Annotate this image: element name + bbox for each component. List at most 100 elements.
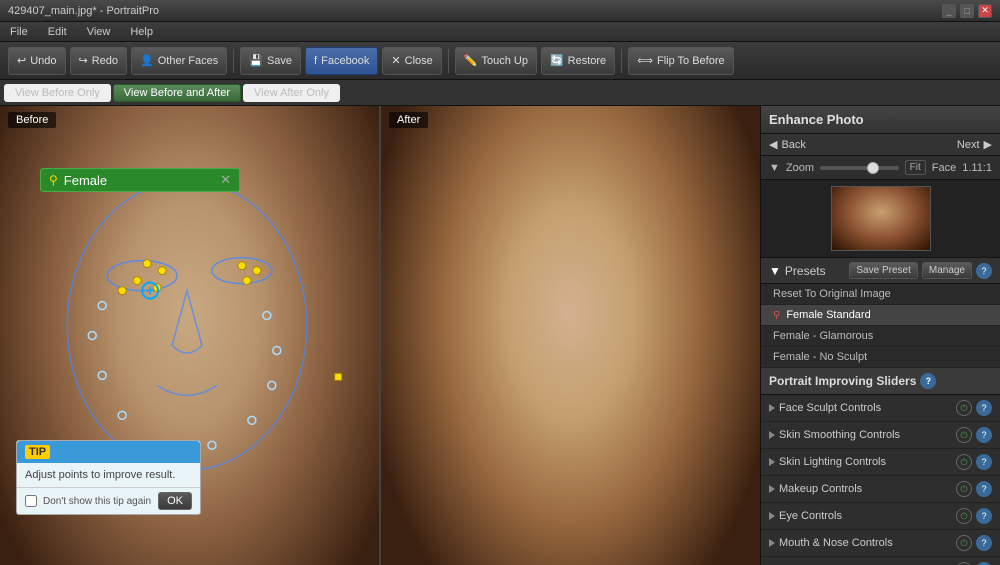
slider-skin-lighting[interactable]: Skin Lighting Controls ⏻ ?	[761, 449, 1000, 476]
slider-power-button[interactable]: ⏻	[956, 481, 972, 497]
slider-makeup[interactable]: Makeup Controls ⏻ ?	[761, 476, 1000, 503]
face-thumbnail	[831, 186, 931, 251]
slider-power-button[interactable]: ⏻	[956, 454, 972, 470]
tip-dont-show-label: Don't show this tip again	[43, 496, 152, 507]
other-faces-icon: 👤	[140, 54, 154, 67]
slider-mouth-nose[interactable]: Mouth & Nose Controls ⏻ ?	[761, 530, 1000, 557]
thumbnail-area	[761, 180, 1000, 258]
title-bar: 429407_main.jpg* - PortraitPro _ □ ✕	[0, 0, 1000, 22]
minimize-button[interactable]: _	[942, 4, 956, 18]
slider-arrow-icon	[769, 431, 775, 439]
sliders-title: Portrait Improving Sliders	[769, 374, 916, 388]
restore-button[interactable]: 🔄 Restore	[541, 47, 615, 75]
window-controls: _ □ ✕	[942, 4, 992, 18]
female-tag-close-button[interactable]: ✕	[220, 172, 231, 188]
right-panel: Enhance Photo ◀ Back Next ▶ ▼ Zoom Fit F…	[760, 106, 1000, 565]
zoom-label: Zoom	[786, 162, 814, 174]
preset-list: Reset To Original Image ⚲ Female Standar…	[761, 284, 1000, 368]
other-faces-button[interactable]: 👤 Other Faces	[131, 47, 227, 75]
tip-ok-button[interactable]: OK	[158, 492, 192, 510]
redo-icon: ↪	[79, 54, 88, 67]
undo-button[interactable]: ↩ Undo	[8, 47, 66, 75]
main-layout: Before ⚲ Female ✕	[0, 106, 1000, 565]
manage-button[interactable]: Manage	[922, 262, 972, 279]
preset-item-no-sculpt[interactable]: Female - No Sculpt	[761, 347, 1000, 368]
tip-header: TIP	[17, 441, 200, 463]
slider-help-button[interactable]: ?	[976, 508, 992, 524]
view-toggle-bar: View Before Only View Before and After V…	[0, 80, 1000, 106]
after-image[interactable]	[381, 106, 760, 565]
slider-eye[interactable]: Eye Controls ⏻ ?	[761, 503, 1000, 530]
preset-item-female-standard[interactable]: ⚲ Female Standard	[761, 305, 1000, 326]
save-icon: 💾	[249, 54, 263, 67]
preset-female-standard-label: Female Standard	[786, 309, 870, 321]
flip-button[interactable]: ⟺ Flip To Before	[628, 47, 733, 75]
menu-file[interactable]: File	[6, 24, 32, 40]
menu-help[interactable]: Help	[126, 24, 157, 40]
enhance-photo-header: Enhance Photo	[761, 106, 1000, 134]
preset-reset-label: Reset To Original Image	[773, 288, 891, 300]
save-preset-button[interactable]: Save Preset	[849, 262, 917, 279]
view-before-after-button[interactable]: View Before and After	[113, 84, 241, 102]
slider-power-button[interactable]: ⏻	[956, 400, 972, 416]
slider-power-button[interactable]: ⏻	[956, 508, 972, 524]
close-icon: ✕	[391, 54, 400, 67]
save-button[interactable]: 💾 Save	[240, 47, 301, 75]
touch-up-button[interactable]: ✏️ Touch Up	[455, 47, 537, 75]
slider-face-sculpt[interactable]: Face Sculpt Controls ⏻ ?	[761, 395, 1000, 422]
slider-face-sculpt-label: Face Sculpt Controls	[779, 402, 952, 414]
image-panels: Before ⚲ Female ✕	[0, 106, 760, 565]
presets-help-icon[interactable]: ?	[976, 263, 992, 279]
window-title: 429407_main.jpg* - PortraitPro	[8, 5, 159, 17]
zoom-slider[interactable]	[820, 166, 899, 170]
separator2	[448, 49, 449, 73]
presets-arrow: ▼	[769, 264, 781, 278]
preset-item-reset[interactable]: Reset To Original Image	[761, 284, 1000, 305]
facebook-button[interactable]: f Facebook	[305, 47, 378, 75]
after-panel: After	[381, 106, 760, 565]
presets-label: Presets	[785, 264, 845, 278]
close-window-button[interactable]: ✕	[978, 4, 992, 18]
female-tag: ⚲ Female ✕	[40, 168, 240, 192]
slider-help-button[interactable]: ?	[976, 400, 992, 416]
tip-checkbox[interactable]	[25, 495, 37, 507]
before-panel: Before ⚲ Female ✕	[0, 106, 381, 565]
zoom-fit-button[interactable]: Fit	[905, 160, 926, 175]
redo-button[interactable]: ↪ Redo	[70, 47, 128, 75]
slider-eye-label: Eye Controls	[779, 510, 952, 522]
tip-body: Adjust points to improve result.	[17, 463, 200, 487]
female-tag-label: Female	[64, 173, 107, 188]
separator3	[621, 49, 622, 73]
slider-help-button[interactable]: ?	[976, 454, 992, 470]
zoom-bar: ▼ Zoom Fit Face 1.11:1	[761, 156, 1000, 180]
menu-edit[interactable]: Edit	[44, 24, 71, 40]
slider-power-button[interactable]: ⏻	[956, 427, 972, 443]
view-before-only-button[interactable]: View Before Only	[4, 84, 111, 102]
close-button[interactable]: ✕ Close	[382, 47, 441, 75]
slider-help-button[interactable]: ?	[976, 481, 992, 497]
slider-power-button[interactable]: ⏻	[956, 535, 972, 551]
after-label: After	[389, 112, 428, 128]
zoom-thumb[interactable]	[867, 162, 879, 174]
preset-item-glamorous[interactable]: Female - Glamorous	[761, 326, 1000, 347]
slider-skin-smoothing-label: Skin Smoothing Controls	[779, 429, 952, 441]
before-image[interactable]: ⚲ Female ✕	[0, 106, 379, 565]
maximize-button[interactable]: □	[960, 4, 974, 18]
slider-arrow-icon	[769, 539, 775, 547]
zoom-face-label: Face	[932, 162, 956, 174]
menu-view[interactable]: View	[83, 24, 115, 40]
sliders-help-icon[interactable]: ?	[920, 373, 936, 389]
view-after-only-button[interactable]: View After Only	[243, 84, 340, 102]
slider-arrow-icon	[769, 485, 775, 493]
slider-arrow-icon	[769, 458, 775, 466]
slider-arrow-icon	[769, 404, 775, 412]
slider-skin-smoothing[interactable]: Skin Smoothing Controls ⏻ ?	[761, 422, 1000, 449]
slider-help-button[interactable]: ?	[976, 427, 992, 443]
flip-icon: ⟺	[637, 54, 653, 67]
back-button[interactable]: ◀ Back	[761, 134, 881, 155]
touch-up-icon: ✏️	[464, 54, 478, 67]
slider-hair[interactable]: Hair Controls ⏻ ?	[761, 557, 1000, 565]
slider-help-button[interactable]: ?	[976, 535, 992, 551]
undo-icon: ↩	[17, 54, 26, 67]
next-button[interactable]: Next ▶	[881, 134, 1000, 155]
